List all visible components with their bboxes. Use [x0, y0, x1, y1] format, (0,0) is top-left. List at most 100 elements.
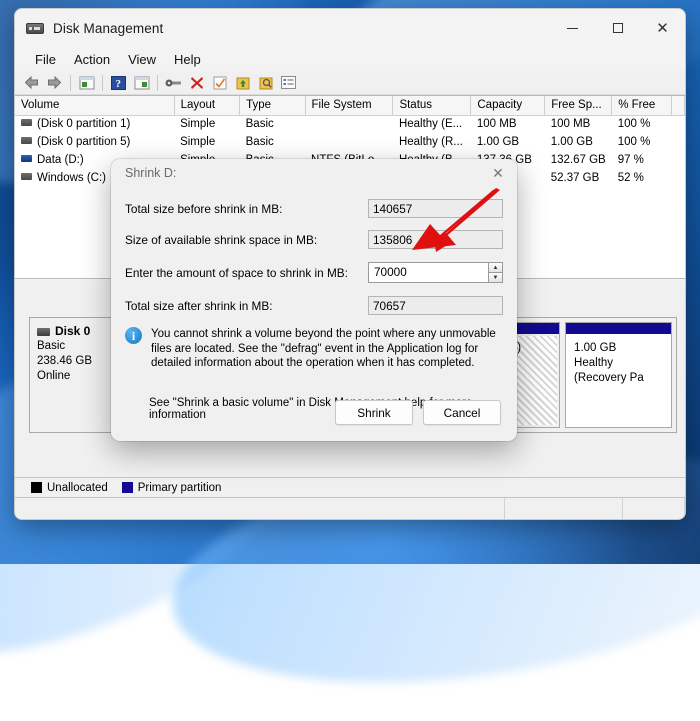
window-title: Disk Management [53, 20, 164, 36]
minimize-button[interactable] [550, 9, 595, 47]
field-available-shrink-space: Size of available shrink space in MB: 13… [125, 230, 503, 249]
legend-item-primary-partition: Primary partition [121, 482, 221, 494]
disk-size: 238.46 GB [37, 355, 92, 367]
partition-line-1: 1.00 GB [574, 342, 617, 354]
cancel-button[interactable]: Cancel [423, 400, 501, 425]
cell-capacity: 1.00 GB [476, 136, 520, 148]
dialog-note-text: You cannot shrink a volume beyond the po… [151, 328, 496, 369]
cell-free-space: 132.67 GB [550, 154, 606, 166]
disk-management-icon [26, 21, 44, 35]
cell-blank [672, 133, 685, 151]
column-header-type[interactable]: Type [239, 96, 306, 116]
toolbar-separator [70, 74, 71, 91]
legend-item-unallocated: Unallocated [31, 482, 108, 494]
dialog-title-bar[interactable]: Shrink D: ✕ [111, 159, 517, 187]
column-header-volume[interactable]: Volume [15, 96, 175, 116]
menu-item-action[interactable]: Action [65, 50, 119, 69]
cell-blank [672, 169, 685, 187]
toolbar-separator [102, 74, 103, 91]
cell-layout: Simple [180, 118, 216, 131]
field-label: Enter the amount of space to shrink in M… [125, 265, 348, 280]
list-view-icon[interactable] [278, 73, 299, 93]
menu-item-view[interactable]: View [119, 50, 165, 69]
window-controls: ✕ [550, 9, 685, 47]
column-header-percent-free[interactable]: % Free [611, 96, 672, 116]
table-row[interactable]: (Disk 0 partition 5) Simple Basic Health… [15, 133, 685, 151]
cell-percent-free: 52 % [617, 172, 644, 184]
cell-type: Basic [245, 136, 274, 148]
dialog-title: Shrink D: [125, 166, 177, 180]
disk-info-block[interactable]: Disk 0 Basic 238.46 GB Online [30, 318, 122, 432]
shrink-amount-input[interactable]: 70000 [368, 262, 488, 283]
shrink-dialog: Shrink D: ✕ Total size before shrink in … [111, 159, 517, 441]
stepper-up-button[interactable]: ▲ [488, 262, 503, 272]
show-hide-action-pane-icon[interactable] [131, 73, 152, 93]
dialog-close-icon[interactable]: ✕ [487, 162, 509, 184]
table-row[interactable]: (Disk 0 partition 1) Simple Basic Health… [15, 115, 685, 133]
status-cell-main [15, 498, 505, 519]
shrink-button[interactable]: Shrink [335, 400, 413, 425]
cell-free-space: 52.37 GB [550, 172, 600, 184]
column-header-layout[interactable]: Layout [174, 96, 241, 116]
menu-bar: File Action View Help [15, 47, 685, 71]
cell-free-space: 1.00 GB [550, 136, 593, 148]
close-button[interactable]: ✕ [640, 9, 685, 47]
volume-icon-grey [21, 137, 32, 144]
column-header-free-space[interactable]: Free Sp... [544, 96, 613, 116]
disk-title: Disk 0 [37, 324, 114, 339]
column-header-status[interactable]: Status [392, 96, 472, 116]
table-header-row: Volume Layout Type File System Status Ca… [15, 96, 685, 116]
rescan-disks-icon[interactable] [209, 73, 230, 93]
column-header-blank[interactable] [671, 96, 685, 116]
cell-type: Basic [245, 118, 274, 131]
disk-management-window: Disk Management ✕ File Action View Help … [14, 8, 686, 520]
show-hide-console-tree-icon[interactable] [76, 73, 97, 93]
disk-type: Basic [37, 340, 66, 352]
help-icon[interactable]: ? [108, 73, 129, 93]
back-icon[interactable] [21, 73, 42, 93]
stepper-down-button[interactable]: ▼ [488, 272, 503, 283]
cell-percent-free: 100 % [617, 118, 651, 131]
title-bar[interactable]: Disk Management ✕ [15, 9, 685, 47]
field-value-readonly: 135806 [368, 230, 503, 249]
dialog-buttons: Shrink Cancel [335, 400, 501, 425]
cell-percent-free: 97 % [617, 154, 644, 166]
cell-file-system [305, 133, 393, 151]
delete-icon[interactable] [186, 73, 207, 93]
cell-status: Healthy (E... [398, 118, 463, 131]
export-list-icon[interactable] [232, 73, 253, 93]
partition-header-bar [566, 323, 671, 334]
forward-icon[interactable] [44, 73, 65, 93]
menu-item-file[interactable]: File [26, 50, 65, 69]
disk-name: Disk 0 [55, 324, 91, 338]
menu-item-help[interactable]: Help [165, 50, 210, 69]
maximize-button[interactable] [595, 9, 640, 47]
legend: Unallocated Primary partition [15, 477, 685, 497]
field-total-size-before-shrink: Total size before shrink in MB: 140657 [125, 199, 503, 218]
cell-blank [672, 151, 685, 169]
legend-swatch-unallocated [31, 482, 42, 493]
disk-icon [37, 327, 50, 336]
toolbar-separator [157, 74, 158, 91]
cell-capacity: 100 MB [476, 118, 517, 131]
legend-swatch-primary [121, 482, 133, 493]
cell-volume: (Disk 0 partition 1) [15, 115, 174, 133]
cell-free-space: 100 MB [550, 118, 591, 131]
toolbar: ? [15, 71, 685, 95]
cell-percent-free: 100 % [617, 136, 651, 148]
svg-text:?: ? [116, 78, 122, 90]
search-icon[interactable] [255, 73, 276, 93]
column-header-file-system[interactable]: File System [305, 96, 394, 116]
properties-icon[interactable] [163, 73, 184, 93]
column-header-capacity[interactable]: Capacity [470, 96, 546, 116]
info-icon: i [125, 327, 142, 344]
field-amount-to-shrink: Enter the amount of space to shrink in M… [125, 262, 503, 283]
cell-file-system [305, 115, 393, 133]
field-label: Total size after shrink in MB: [125, 298, 273, 313]
field-value-readonly: 70657 [368, 296, 503, 315]
disk-status: Online [37, 370, 71, 382]
cell-volume: (Disk 0 partition 5) [15, 133, 174, 151]
partition-block[interactable]: 1.00 GB Healthy (Recovery Pa [565, 322, 672, 428]
volume-icon-grey [21, 119, 32, 127]
shrink-amount-stepper[interactable]: 70000 ▲ ▼ [368, 262, 503, 283]
